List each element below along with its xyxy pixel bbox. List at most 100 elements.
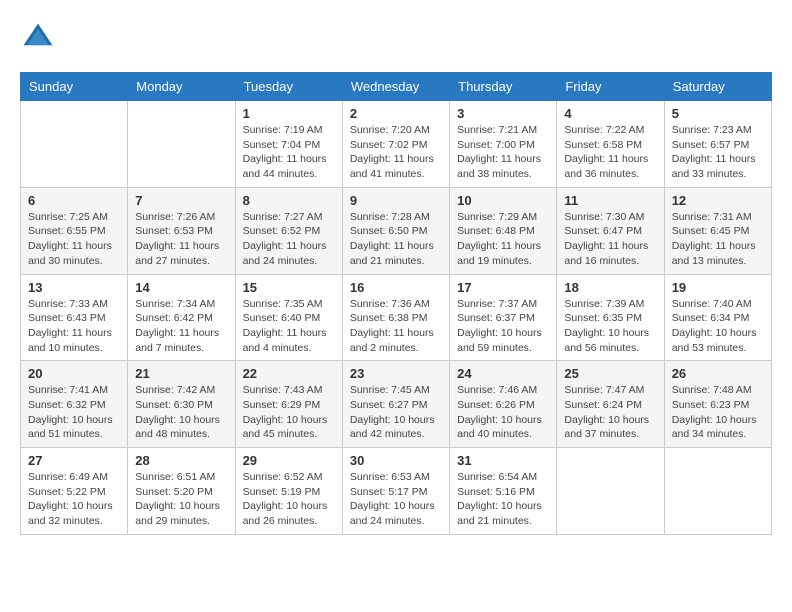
calendar-cell: 21 Sunrise: 7:42 AMSunset: 6:30 PMDayligh… bbox=[128, 361, 235, 448]
calendar-cell: 3 Sunrise: 7:21 AMSunset: 7:00 PMDaylight… bbox=[450, 101, 557, 188]
calendar-header: SundayMondayTuesdayWednesdayThursdayFrid… bbox=[21, 73, 772, 101]
day-info: Sunrise: 7:29 AMSunset: 6:48 PMDaylight:… bbox=[457, 210, 549, 269]
calendar-week-row: 6 Sunrise: 7:25 AMSunset: 6:55 PMDaylight… bbox=[21, 187, 772, 274]
calendar-cell bbox=[21, 101, 128, 188]
calendar-cell: 24 Sunrise: 7:46 AMSunset: 6:26 PMDayligh… bbox=[450, 361, 557, 448]
day-info: Sunrise: 7:42 AMSunset: 6:30 PMDaylight:… bbox=[135, 383, 227, 442]
calendar-body: 1 Sunrise: 7:19 AMSunset: 7:04 PMDaylight… bbox=[21, 101, 772, 535]
day-number: 1 bbox=[243, 106, 335, 121]
day-number: 28 bbox=[135, 453, 227, 468]
day-of-week-header: Thursday bbox=[450, 73, 557, 101]
calendar-cell: 28 Sunrise: 6:51 AMSunset: 5:20 PMDayligh… bbox=[128, 448, 235, 535]
calendar-cell: 29 Sunrise: 6:52 AMSunset: 5:19 PMDayligh… bbox=[235, 448, 342, 535]
day-of-week-header: Saturday bbox=[664, 73, 771, 101]
calendar-cell: 12Sunrise: 7:31 AMSunset: 6:45 PMDayligh… bbox=[664, 187, 771, 274]
day-number: 8 bbox=[243, 193, 335, 208]
calendar-week-row: 13Sunrise: 7:33 AMSunset: 6:43 PMDayligh… bbox=[21, 274, 772, 361]
calendar-table: SundayMondayTuesdayWednesdayThursdayFrid… bbox=[20, 72, 772, 535]
day-info: Sunrise: 7:34 AMSunset: 6:42 PMDaylight:… bbox=[135, 297, 227, 356]
calendar-cell: 22 Sunrise: 7:43 AMSunset: 6:29 PMDayligh… bbox=[235, 361, 342, 448]
day-info: Sunrise: 7:40 AMSunset: 6:34 PMDaylight:… bbox=[672, 297, 764, 356]
calendar-cell: 14 Sunrise: 7:34 AMSunset: 6:42 PMDayligh… bbox=[128, 274, 235, 361]
day-number: 15 bbox=[243, 280, 335, 295]
day-info: Sunrise: 7:21 AMSunset: 7:00 PMDaylight:… bbox=[457, 123, 549, 182]
day-number: 29 bbox=[243, 453, 335, 468]
calendar-cell: 25Sunrise: 7:47 AMSunset: 6:24 PMDayligh… bbox=[557, 361, 664, 448]
calendar-cell: 1 Sunrise: 7:19 AMSunset: 7:04 PMDaylight… bbox=[235, 101, 342, 188]
calendar-cell: 6 Sunrise: 7:25 AMSunset: 6:55 PMDaylight… bbox=[21, 187, 128, 274]
day-info: Sunrise: 7:27 AMSunset: 6:52 PMDaylight:… bbox=[243, 210, 335, 269]
calendar-cell: 18 Sunrise: 7:39 AMSunset: 6:35 PMDayligh… bbox=[557, 274, 664, 361]
day-of-week-header: Tuesday bbox=[235, 73, 342, 101]
day-of-week-header: Monday bbox=[128, 73, 235, 101]
day-number: 9 bbox=[350, 193, 442, 208]
day-info: Sunrise: 7:39 AMSunset: 6:35 PMDaylight:… bbox=[564, 297, 656, 356]
calendar-cell: 5Sunrise: 7:23 AMSunset: 6:57 PMDaylight… bbox=[664, 101, 771, 188]
calendar-week-row: 20Sunrise: 7:41 AMSunset: 6:32 PMDayligh… bbox=[21, 361, 772, 448]
day-number: 31 bbox=[457, 453, 549, 468]
calendar-cell: 16 Sunrise: 7:36 AMSunset: 6:38 PMDayligh… bbox=[342, 274, 449, 361]
day-info: Sunrise: 7:23 AMSunset: 6:57 PMDaylight:… bbox=[672, 123, 764, 182]
calendar-cell: 31 Sunrise: 6:54 AMSunset: 5:16 PMDayligh… bbox=[450, 448, 557, 535]
day-number: 14 bbox=[135, 280, 227, 295]
day-number: 20 bbox=[28, 366, 120, 381]
day-number: 13 bbox=[28, 280, 120, 295]
calendar-cell bbox=[664, 448, 771, 535]
calendar-cell bbox=[128, 101, 235, 188]
day-of-week-header: Friday bbox=[557, 73, 664, 101]
day-number: 2 bbox=[350, 106, 442, 121]
day-info: Sunrise: 7:26 AMSunset: 6:53 PMDaylight:… bbox=[135, 210, 227, 269]
calendar-cell: 17Sunrise: 7:37 AMSunset: 6:37 PMDayligh… bbox=[450, 274, 557, 361]
day-of-week-header: Wednesday bbox=[342, 73, 449, 101]
calendar-week-row: 27 Sunrise: 6:49 AMSunset: 5:22 PMDayligh… bbox=[21, 448, 772, 535]
day-number: 22 bbox=[243, 366, 335, 381]
day-info: Sunrise: 6:49 AMSunset: 5:22 PMDaylight:… bbox=[28, 470, 120, 529]
calendar-cell: 26Sunrise: 7:48 AMSunset: 6:23 PMDayligh… bbox=[664, 361, 771, 448]
calendar-cell: 27 Sunrise: 6:49 AMSunset: 5:22 PMDayligh… bbox=[21, 448, 128, 535]
day-info: Sunrise: 7:31 AMSunset: 6:45 PMDaylight:… bbox=[672, 210, 764, 269]
day-number: 4 bbox=[564, 106, 656, 121]
day-number: 19 bbox=[672, 280, 764, 295]
day-info: Sunrise: 6:53 AMSunset: 5:17 PMDaylight:… bbox=[350, 470, 442, 529]
day-number: 24 bbox=[457, 366, 549, 381]
day-number: 25 bbox=[564, 366, 656, 381]
day-info: Sunrise: 7:22 AMSunset: 6:58 PMDaylight:… bbox=[564, 123, 656, 182]
calendar-cell: 10 Sunrise: 7:29 AMSunset: 6:48 PMDayligh… bbox=[450, 187, 557, 274]
calendar-cell: 9 Sunrise: 7:28 AMSunset: 6:50 PMDaylight… bbox=[342, 187, 449, 274]
calendar-cell: 19 Sunrise: 7:40 AMSunset: 6:34 PMDayligh… bbox=[664, 274, 771, 361]
day-number: 23 bbox=[350, 366, 442, 381]
day-info: Sunrise: 7:37 AMSunset: 6:37 PMDaylight:… bbox=[457, 297, 549, 356]
day-info: Sunrise: 6:52 AMSunset: 5:19 PMDaylight:… bbox=[243, 470, 335, 529]
day-info: Sunrise: 6:54 AMSunset: 5:16 PMDaylight:… bbox=[457, 470, 549, 529]
calendar-cell: 13Sunrise: 7:33 AMSunset: 6:43 PMDayligh… bbox=[21, 274, 128, 361]
day-info: Sunrise: 7:28 AMSunset: 6:50 PMDaylight:… bbox=[350, 210, 442, 269]
day-info: Sunrise: 7:43 AMSunset: 6:29 PMDaylight:… bbox=[243, 383, 335, 442]
day-info: Sunrise: 7:25 AMSunset: 6:55 PMDaylight:… bbox=[28, 210, 120, 269]
calendar-cell: 20Sunrise: 7:41 AMSunset: 6:32 PMDayligh… bbox=[21, 361, 128, 448]
calendar-week-row: 1 Sunrise: 7:19 AMSunset: 7:04 PMDaylight… bbox=[21, 101, 772, 188]
calendar-cell: 8 Sunrise: 7:27 AMSunset: 6:52 PMDaylight… bbox=[235, 187, 342, 274]
calendar-cell: 30 Sunrise: 6:53 AMSunset: 5:17 PMDayligh… bbox=[342, 448, 449, 535]
day-number: 30 bbox=[350, 453, 442, 468]
day-info: Sunrise: 7:19 AMSunset: 7:04 PMDaylight:… bbox=[243, 123, 335, 182]
day-info: Sunrise: 7:30 AMSunset: 6:47 PMDaylight:… bbox=[564, 210, 656, 269]
day-info: Sunrise: 7:35 AMSunset: 6:40 PMDaylight:… bbox=[243, 297, 335, 356]
day-of-week-header: Sunday bbox=[21, 73, 128, 101]
calendar-cell: 2Sunrise: 7:20 AMSunset: 7:02 PMDaylight… bbox=[342, 101, 449, 188]
day-info: Sunrise: 6:51 AMSunset: 5:20 PMDaylight:… bbox=[135, 470, 227, 529]
day-number: 7 bbox=[135, 193, 227, 208]
day-info: Sunrise: 7:46 AMSunset: 6:26 PMDaylight:… bbox=[457, 383, 549, 442]
day-number: 16 bbox=[350, 280, 442, 295]
day-info: Sunrise: 7:36 AMSunset: 6:38 PMDaylight:… bbox=[350, 297, 442, 356]
logo bbox=[20, 20, 60, 56]
calendar-cell: 11Sunrise: 7:30 AMSunset: 6:47 PMDayligh… bbox=[557, 187, 664, 274]
day-number: 3 bbox=[457, 106, 549, 121]
day-number: 10 bbox=[457, 193, 549, 208]
day-number: 6 bbox=[28, 193, 120, 208]
day-number: 21 bbox=[135, 366, 227, 381]
day-number: 27 bbox=[28, 453, 120, 468]
calendar-cell: 4 Sunrise: 7:22 AMSunset: 6:58 PMDaylight… bbox=[557, 101, 664, 188]
day-number: 18 bbox=[564, 280, 656, 295]
logo-icon bbox=[20, 20, 56, 56]
calendar-cell: 7 Sunrise: 7:26 AMSunset: 6:53 PMDaylight… bbox=[128, 187, 235, 274]
